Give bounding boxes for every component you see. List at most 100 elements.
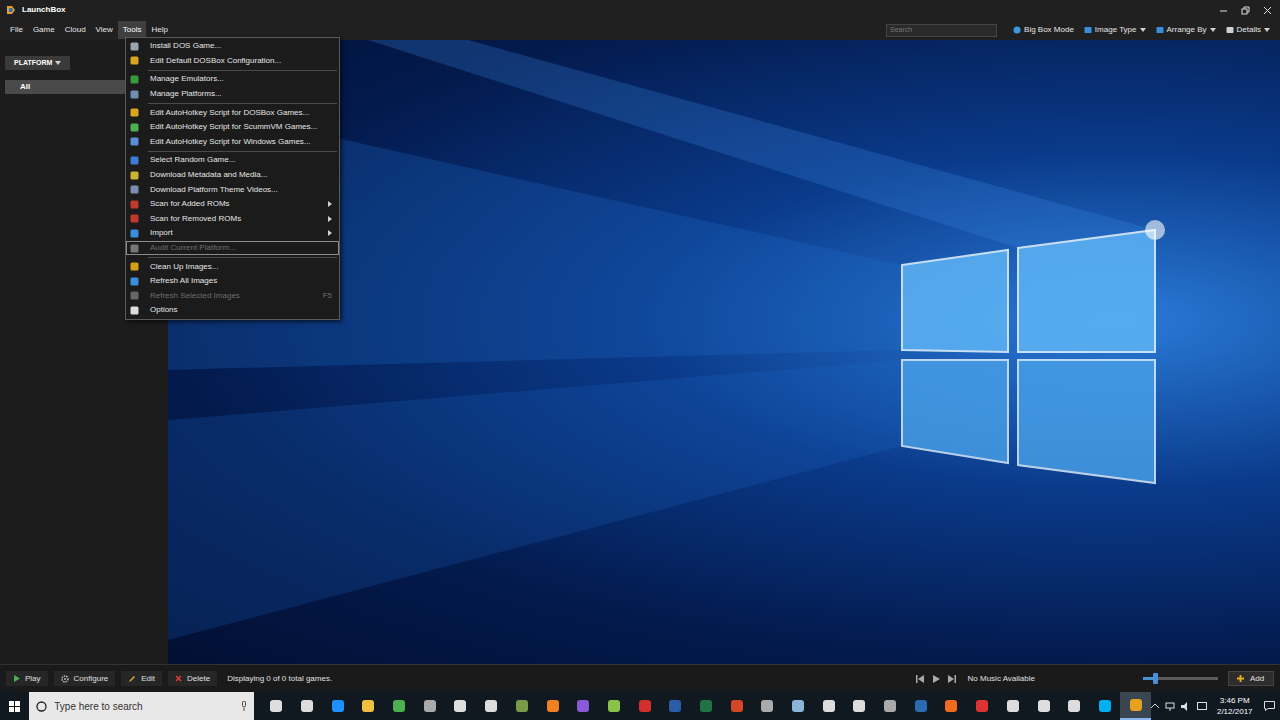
app-icon <box>822 699 836 713</box>
app-icon <box>576 699 590 713</box>
taskbar-app[interactable] <box>599 692 630 720</box>
tray-up-icon[interactable] <box>1151 703 1159 709</box>
taskbar-app[interactable] <box>353 692 384 720</box>
menu-item[interactable]: Audit Current Platform... <box>126 241 339 256</box>
volume-thumb[interactable] <box>1153 673 1158 684</box>
menu-item[interactable]: Options <box>126 303 339 318</box>
menu-item[interactable]: Manage Platforms... <box>126 87 339 102</box>
menu-item[interactable]: Download Platform Theme Videos... <box>126 182 339 197</box>
menu-item[interactable]: Install DOS Game... <box>126 39 339 54</box>
menu-bar-item[interactable]: Game <box>28 21 60 39</box>
menu-item[interactable]: Scan for Removed ROMs <box>126 212 339 227</box>
menu-item[interactable]: Edit Default DOSBox Configuration... <box>126 54 339 69</box>
taskbar-app[interactable] <box>568 692 599 720</box>
network-icon[interactable] <box>1165 702 1175 711</box>
launchbox-logo-icon <box>6 5 16 15</box>
menu-bar-item[interactable]: File <box>5 21 28 39</box>
app-icon <box>883 699 897 713</box>
taskbar-app[interactable] <box>844 692 875 720</box>
taskbar-app[interactable] <box>752 692 783 720</box>
menu-item-icon <box>130 56 139 65</box>
notification-button[interactable] <box>1259 701 1280 711</box>
taskbar-app[interactable] <box>445 692 476 720</box>
menu-bar-item[interactable]: View <box>91 21 118 39</box>
taskbar-app[interactable] <box>322 692 353 720</box>
menu-item[interactable]: Import <box>126 226 339 241</box>
taskbar-app[interactable] <box>1028 692 1059 720</box>
platform-filter-button[interactable]: PLATFORM <box>5 56 70 70</box>
menu-item[interactable]: Download Metadata and Media... <box>126 168 339 183</box>
toolbar-button[interactable]: Image Type <box>1084 24 1146 36</box>
app-icon <box>484 699 498 713</box>
menu-item[interactable]: Refresh All Images <box>126 274 339 289</box>
keyboard-icon[interactable] <box>1197 702 1207 710</box>
toolbar-button-icon <box>1156 26 1164 34</box>
taskbar-app[interactable] <box>936 692 967 720</box>
menu-item[interactable]: Scan for Added ROMs <box>126 197 339 212</box>
toolbar-button-icon <box>1013 26 1021 34</box>
gear-icon <box>61 675 69 683</box>
bottom-bar-button[interactable]: Configure <box>54 671 116 686</box>
search-field[interactable]: Search <box>886 24 997 37</box>
taskbar-app[interactable] <box>537 692 568 720</box>
taskbar-app[interactable] <box>691 692 722 720</box>
toolbar-button[interactable]: Big Box Mode <box>1013 24 1074 36</box>
menu-item[interactable]: Refresh Selected ImagesF5 <box>126 289 339 304</box>
app-icon <box>760 699 774 713</box>
taskbar-app[interactable] <box>905 692 936 720</box>
toolbar-button[interactable]: Arrange By <box>1156 24 1216 36</box>
menu-item[interactable]: Edit AutoHotkey Script for DOSBox Games.… <box>126 105 339 120</box>
bottom-bar-button[interactable]: Play <box>6 671 48 686</box>
minimize-icon[interactable] <box>1219 6 1228 15</box>
toolbar-button[interactable]: Details <box>1226 24 1270 36</box>
taskbar-app[interactable] <box>783 692 814 720</box>
app-icon <box>791 699 805 713</box>
taskbar-app[interactable] <box>660 692 691 720</box>
menu-item[interactable]: Edit AutoHotkey Script for Windows Games… <box>126 135 339 150</box>
menu-item-icon <box>130 291 139 300</box>
app-icon <box>546 699 560 713</box>
menu-item[interactable]: Clean Up Images... <box>126 259 339 274</box>
app-icon <box>730 699 744 713</box>
clock[interactable]: 3:46 PM2/12/2017 <box>1211 695 1259 717</box>
taskbar-app[interactable] <box>292 692 323 720</box>
previous-track-icon[interactable] <box>916 675 924 683</box>
taskbar-app[interactable] <box>507 692 538 720</box>
menu-item-icon <box>130 214 139 223</box>
volume-icon[interactable] <box>1181 702 1191 711</box>
taskbar-app[interactable] <box>414 692 445 720</box>
taskbar-app[interactable] <box>967 692 998 720</box>
app-icon <box>914 699 928 713</box>
add-button[interactable]: Add <box>1228 671 1274 686</box>
menu-item[interactable]: Manage Emulators... <box>126 72 339 87</box>
taskbar-app[interactable] <box>813 692 844 720</box>
start-button[interactable] <box>0 692 29 720</box>
taskbar-app[interactable] <box>1120 692 1151 720</box>
next-track-icon[interactable] <box>948 675 956 683</box>
play-music-icon[interactable] <box>932 675 940 683</box>
menu-bar-item[interactable]: Cloud <box>60 21 91 39</box>
menu-item[interactable]: Select Random Game... <box>126 153 339 168</box>
menu-item-icon <box>130 75 139 84</box>
bottom-bar-button[interactable]: Edit <box>121 671 162 686</box>
taskbar-app[interactable] <box>261 692 292 720</box>
taskbar-app[interactable] <box>1059 692 1090 720</box>
submenu-arrow-icon <box>328 201 332 207</box>
taskbar-app[interactable] <box>629 692 660 720</box>
taskbar-app[interactable] <box>476 692 507 720</box>
menu-item[interactable]: Edit AutoHotkey Script for ScummVM Games… <box>126 120 339 135</box>
taskbar-app[interactable] <box>384 692 415 720</box>
bottom-bar-button[interactable]: Delete <box>168 671 217 686</box>
volume-slider[interactable] <box>1143 677 1218 680</box>
taskbar-app[interactable] <box>1090 692 1121 720</box>
pencil-icon <box>128 675 136 683</box>
close-icon[interactable] <box>1263 6 1272 15</box>
taskbar-app[interactable] <box>875 692 906 720</box>
taskbar-app[interactable] <box>721 692 752 720</box>
caret-icon <box>1210 28 1216 32</box>
restore-icon[interactable] <box>1241 6 1250 15</box>
menu-item-icon <box>130 262 139 271</box>
microphone-icon[interactable] <box>241 701 247 711</box>
taskbar-app[interactable] <box>998 692 1029 720</box>
taskbar-search[interactable]: Type here to search <box>29 692 254 720</box>
